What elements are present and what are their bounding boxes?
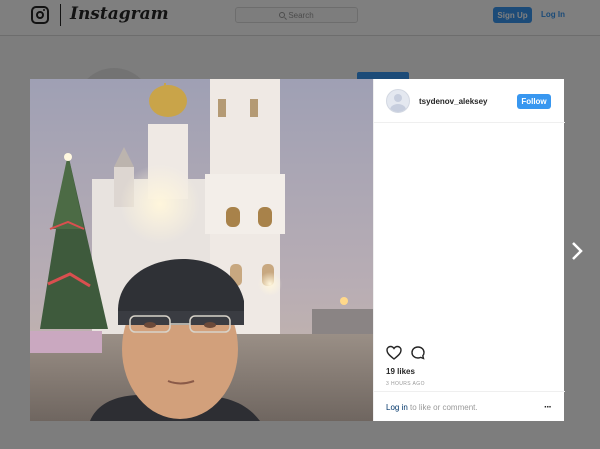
- comment-login-link[interactable]: Log in: [386, 403, 408, 412]
- more-options-icon[interactable]: ···: [544, 402, 552, 413]
- post-sidebar: tsydenov_aleksey Follow 19 likes 3 HOURS…: [373, 79, 565, 421]
- comment-icon[interactable]: [410, 345, 426, 361]
- avatar[interactable]: [386, 89, 410, 113]
- comment-bar: Log in to like or comment. ···: [374, 391, 565, 421]
- selfie-photo-illustration: [30, 79, 373, 421]
- comment-prompt-text: to like or comment.: [407, 403, 478, 412]
- comment-prompt: Log in to like or comment.: [386, 403, 478, 412]
- likes-count[interactable]: 19 likes: [386, 367, 415, 376]
- post-timestamp: 3 HOURS AGO: [386, 381, 425, 387]
- heart-icon[interactable]: [386, 345, 402, 361]
- post-modal: tsydenov_aleksey Follow 19 likes 3 HOURS…: [30, 79, 565, 421]
- follow-button[interactable]: Follow: [517, 94, 551, 109]
- post-username[interactable]: tsydenov_aleksey: [419, 97, 488, 106]
- post-header: tsydenov_aleksey Follow: [374, 79, 565, 123]
- post-photo[interactable]: [30, 79, 373, 421]
- chevron-right-icon[interactable]: [566, 238, 588, 264]
